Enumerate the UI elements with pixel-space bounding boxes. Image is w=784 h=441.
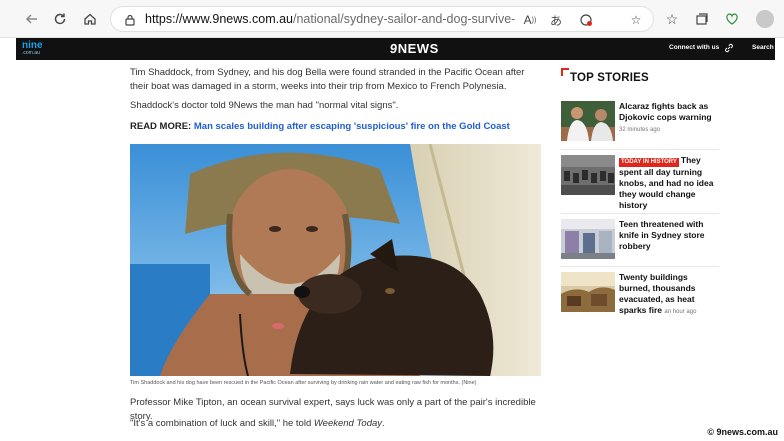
story-thumbnail[interactable] (561, 155, 615, 195)
site-header: nine .com.au 9NEWS Connect with us Searc… (16, 38, 775, 60)
url-text[interactable]: https://www.9news.com.au/national/sydney… (145, 12, 515, 26)
collections-icon[interactable] (692, 9, 712, 29)
favorites-bar-icon[interactable]: ☆ (662, 9, 682, 29)
top-stories-title: TOP STORIES (570, 72, 649, 84)
9news-logo-mark: 9 (389, 41, 399, 56)
story-thumbnail[interactable] (561, 219, 615, 259)
article-photo (130, 144, 541, 376)
nine-logo[interactable]: nine .com.au (22, 41, 43, 57)
quote-text: "It's a combination of luck and skill," … (130, 418, 314, 429)
article-paragraph: Tim Shaddock, from Sydney, and his dog B… (130, 67, 525, 92)
story-title: Teen threatened with knife in Sydney sto… (619, 219, 705, 251)
read-aloud-icon[interactable]: A)) (521, 11, 539, 29)
home-icon[interactable] (80, 9, 100, 29)
share-link-icon[interactable] (724, 43, 734, 53)
read-more: READ MORE: Man scales building after esc… (130, 120, 542, 134)
story-headline[interactable]: Teen threatened with knife in Sydney sto… (619, 219, 719, 252)
profile-icon[interactable] (756, 10, 774, 28)
story-headline[interactable]: TODAY IN HISTORY They spent all day turni… (619, 155, 719, 211)
search-link[interactable]: Search (752, 44, 774, 51)
translate-icon[interactable]: あ (547, 11, 565, 29)
story-title: Alcaraz fights back as Djokovic cops war… (619, 101, 712, 122)
article-paragraph: Shaddock's doctor told 9News the man had… (130, 100, 399, 111)
url-path: /national/sydney-sailor-and-dog-survive-… (292, 12, 515, 26)
connect-with-us-link[interactable]: Connect with us (669, 44, 719, 51)
story-headline[interactable]: Twenty buildings burned, thousands evacu… (619, 272, 719, 318)
image-credit: © 9news.com.au (707, 427, 778, 437)
story-item[interactable]: Twenty buildings burned, thousands evacu… (561, 272, 719, 316)
story-thumbnail[interactable] (561, 272, 615, 312)
divider (561, 149, 719, 150)
story-item[interactable]: Alcaraz fights back as Djokovic cops war… (561, 101, 719, 143)
9news-logo[interactable]: 9NEWS (389, 41, 439, 56)
divider (561, 266, 719, 267)
story-item[interactable]: Teen threatened with knife in Sydney sto… (561, 219, 719, 261)
story-time: an hour ago (664, 309, 697, 315)
back-icon[interactable] (22, 9, 42, 29)
extension-icon[interactable] (577, 11, 595, 29)
quote-end: . (382, 418, 385, 429)
photo-caption: Tim Shaddock and his dog have been rescu… (130, 380, 477, 386)
divider (561, 213, 719, 214)
browser-essentials-icon[interactable] (722, 9, 742, 29)
favorite-icon[interactable]: ☆ (627, 11, 645, 29)
browser-toolbar: https://www.9news.com.au/national/sydney… (0, 0, 784, 38)
story-time: 32 minutes ago (619, 127, 661, 133)
today-in-history-badge: TODAY IN HISTORY (619, 158, 679, 167)
nine-logo-sub: .com.au (22, 50, 40, 56)
story-headline[interactable]: Alcaraz fights back as Djokovic cops war… (619, 101, 719, 136)
top-stories-marker-icon (561, 68, 569, 76)
read-more-link[interactable]: Man scales building after escaping 'susp… (194, 121, 510, 132)
show-name: Weekend Today (313, 418, 383, 429)
refresh-icon[interactable] (50, 9, 70, 29)
story-thumbnail[interactable] (561, 101, 615, 141)
url-host: https://www.9news.com.au (145, 12, 293, 26)
article-paragraph: "It's a combination of luck and skill," … (130, 417, 542, 431)
9news-logo-word: NEWS (397, 41, 439, 56)
read-more-label: READ MORE: (130, 121, 192, 132)
lock-icon[interactable] (123, 13, 137, 27)
address-bar[interactable]: https://www.9news.com.au/national/sydney… (110, 6, 654, 32)
story-item[interactable]: TODAY IN HISTORY They spent all day turni… (561, 155, 719, 210)
